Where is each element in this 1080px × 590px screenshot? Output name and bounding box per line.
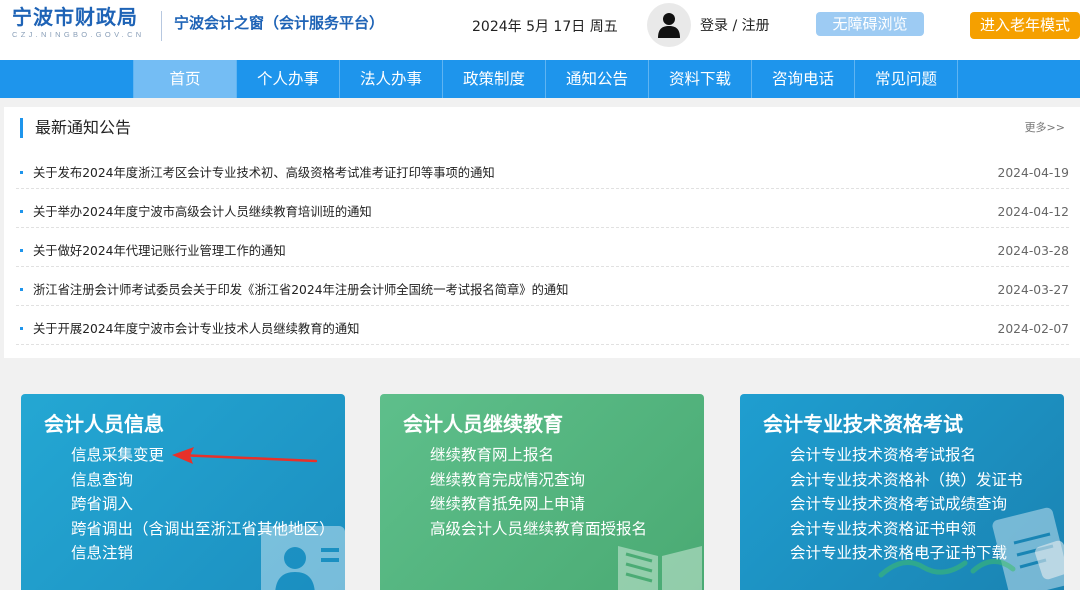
exam-registration-link[interactable]: 会计专业技术资格考试报名 (790, 443, 1023, 468)
notice-title: 关于举办2024年度宁波市高级会计人员继续教育培训班的通知 (33, 205, 372, 219)
card-title: 会计人员信息 (44, 412, 164, 436)
notices-title: 最新通知公告 (20, 118, 131, 138)
bullet-icon (20, 327, 23, 330)
notice-date: 2024-02-07 (997, 322, 1069, 336)
card-title: 会计专业技术资格考试 (763, 412, 963, 436)
watermark-logo-icon (878, 540, 1071, 580)
nav-items: 首页 个人办事 法人办事 政策制度 通知公告 资料下载 咨询电话 常见问题 (133, 60, 958, 98)
login-separator: / (732, 18, 742, 34)
login-register: 登录 / 注册 (700, 15, 770, 35)
bullet-icon (20, 171, 23, 174)
notice-list: 关于发布2024年度浙江考区会计专业技术初、高级资格考试准考证打印等事项的通知 … (16, 150, 1069, 345)
site-name: 宁波会计之窗（会计服务平台） (174, 14, 385, 32)
exam-score-query-link[interactable]: 会计专业技术资格考试成绩查询 (790, 492, 1023, 517)
notice-title: 关于做好2024年代理记账行业管理工作的通知 (33, 244, 286, 258)
notice-item[interactable]: 关于做好2024年代理记账行业管理工作的通知 2024-03-28 (16, 228, 1069, 267)
nav-item-personal[interactable]: 个人办事 (237, 60, 340, 98)
ce-completion-query-link[interactable]: 继续教育完成情况查询 (430, 468, 647, 493)
site-header: 宁波市财政局 CZJ.NINGBO.GOV.CN 宁波会计之窗（会计服务平台） … (0, 0, 1080, 60)
notice-item[interactable]: 浙江省注册会计师考试委员会关于印发《浙江省2024年注册会计师全国统一考试报名简… (16, 267, 1069, 306)
notice-item[interactable]: 关于举办2024年度宁波市高级会计人员继续教育培训班的通知 2024-04-12 (16, 189, 1069, 228)
notice-item[interactable]: 关于发布2024年度浙江考区会计专业技术初、高级资格考试准考证打印等事项的通知 … (16, 150, 1069, 189)
transfer-out-link[interactable]: 跨省调出（含调出至浙江省其他地区） (71, 517, 335, 542)
card-links: 继续教育网上报名 继续教育完成情况查询 继续教育抵免网上申请 高级会计人员继续教… (430, 443, 647, 541)
header-divider (161, 11, 162, 41)
certificate-reissue-link[interactable]: 会计专业技术资格补（换）发证书 (790, 468, 1023, 493)
info-cancel-link[interactable]: 信息注销 (71, 541, 335, 566)
bullet-icon (20, 288, 23, 291)
user-avatar-icon[interactable] (647, 3, 691, 47)
nav-item-faq[interactable]: 常见问题 (855, 60, 958, 98)
ce-online-registration-link[interactable]: 继续教育网上报名 (430, 443, 647, 468)
nav-item-corporate[interactable]: 法人办事 (340, 60, 443, 98)
main-nav: 首页 个人办事 法人办事 政策制度 通知公告 资料下载 咨询电话 常见问题 (0, 60, 1080, 98)
notice-title: 浙江省注册会计师考试委员会关于印发《浙江省2024年注册会计师全国统一考试报名简… (33, 283, 569, 297)
register-link[interactable]: 注册 (742, 18, 770, 34)
bullet-icon (20, 210, 23, 213)
nav-item-notices[interactable]: 通知公告 (546, 60, 649, 98)
ce-credit-exemption-link[interactable]: 继续教育抵免网上申请 (430, 492, 647, 517)
transfer-in-link[interactable]: 跨省调入 (71, 492, 335, 517)
annotation-arrow-icon (172, 447, 318, 464)
bullet-icon (20, 249, 23, 252)
current-date: 2024年 5月 17日 周五 (472, 19, 618, 35)
latest-notices-panel: 最新通知公告 更多>> 关于发布2024年度浙江考区会计专业技术初、高级资格考试… (4, 107, 1080, 358)
info-query-link[interactable]: 信息查询 (71, 468, 335, 493)
accountant-info-card: 会计人员信息 信息采集变更 信息查询 跨省调入 跨省调出（含调出至浙江省其他地区… (21, 394, 345, 590)
nav-item-home[interactable]: 首页 (134, 60, 237, 98)
notice-title: 关于发布2024年度浙江考区会计专业技术初、高级资格考试准考证打印等事项的通知 (33, 166, 495, 180)
senior-ce-onsite-registration-link[interactable]: 高级会计人员继续教育面授报名 (430, 517, 647, 542)
card-title: 会计人员继续教育 (403, 412, 563, 436)
continuing-education-card: 会计人员继续教育 继续教育网上报名 继续教育完成情况查询 继续教育抵免网上申请 … (380, 394, 704, 590)
more-notices-link[interactable]: 更多>> (1025, 119, 1065, 135)
ningbo-finance-logo[interactable]: 宁波市财政局 CZJ.NINGBO.GOV.CN (12, 5, 152, 40)
nav-item-hotline[interactable]: 咨询电话 (752, 60, 855, 98)
logo-domain: CZJ.NINGBO.GOV.CN (12, 30, 145, 39)
login-link[interactable]: 登录 (700, 18, 728, 34)
accessibility-button[interactable]: 无障碍浏览 (816, 12, 924, 36)
notice-item[interactable]: 关于开展2024年度宁波市会计专业技术人员继续教育的通知 2024-02-07 (16, 306, 1069, 345)
notice-title: 关于开展2024年度宁波市会计专业技术人员继续教育的通知 (33, 322, 360, 336)
nav-item-policy[interactable]: 政策制度 (443, 60, 546, 98)
logo-title: 宁波市财政局 (12, 5, 138, 29)
nav-item-downloads[interactable]: 资料下载 (649, 60, 752, 98)
elder-mode-button[interactable]: 进入老年模式 (970, 12, 1080, 39)
